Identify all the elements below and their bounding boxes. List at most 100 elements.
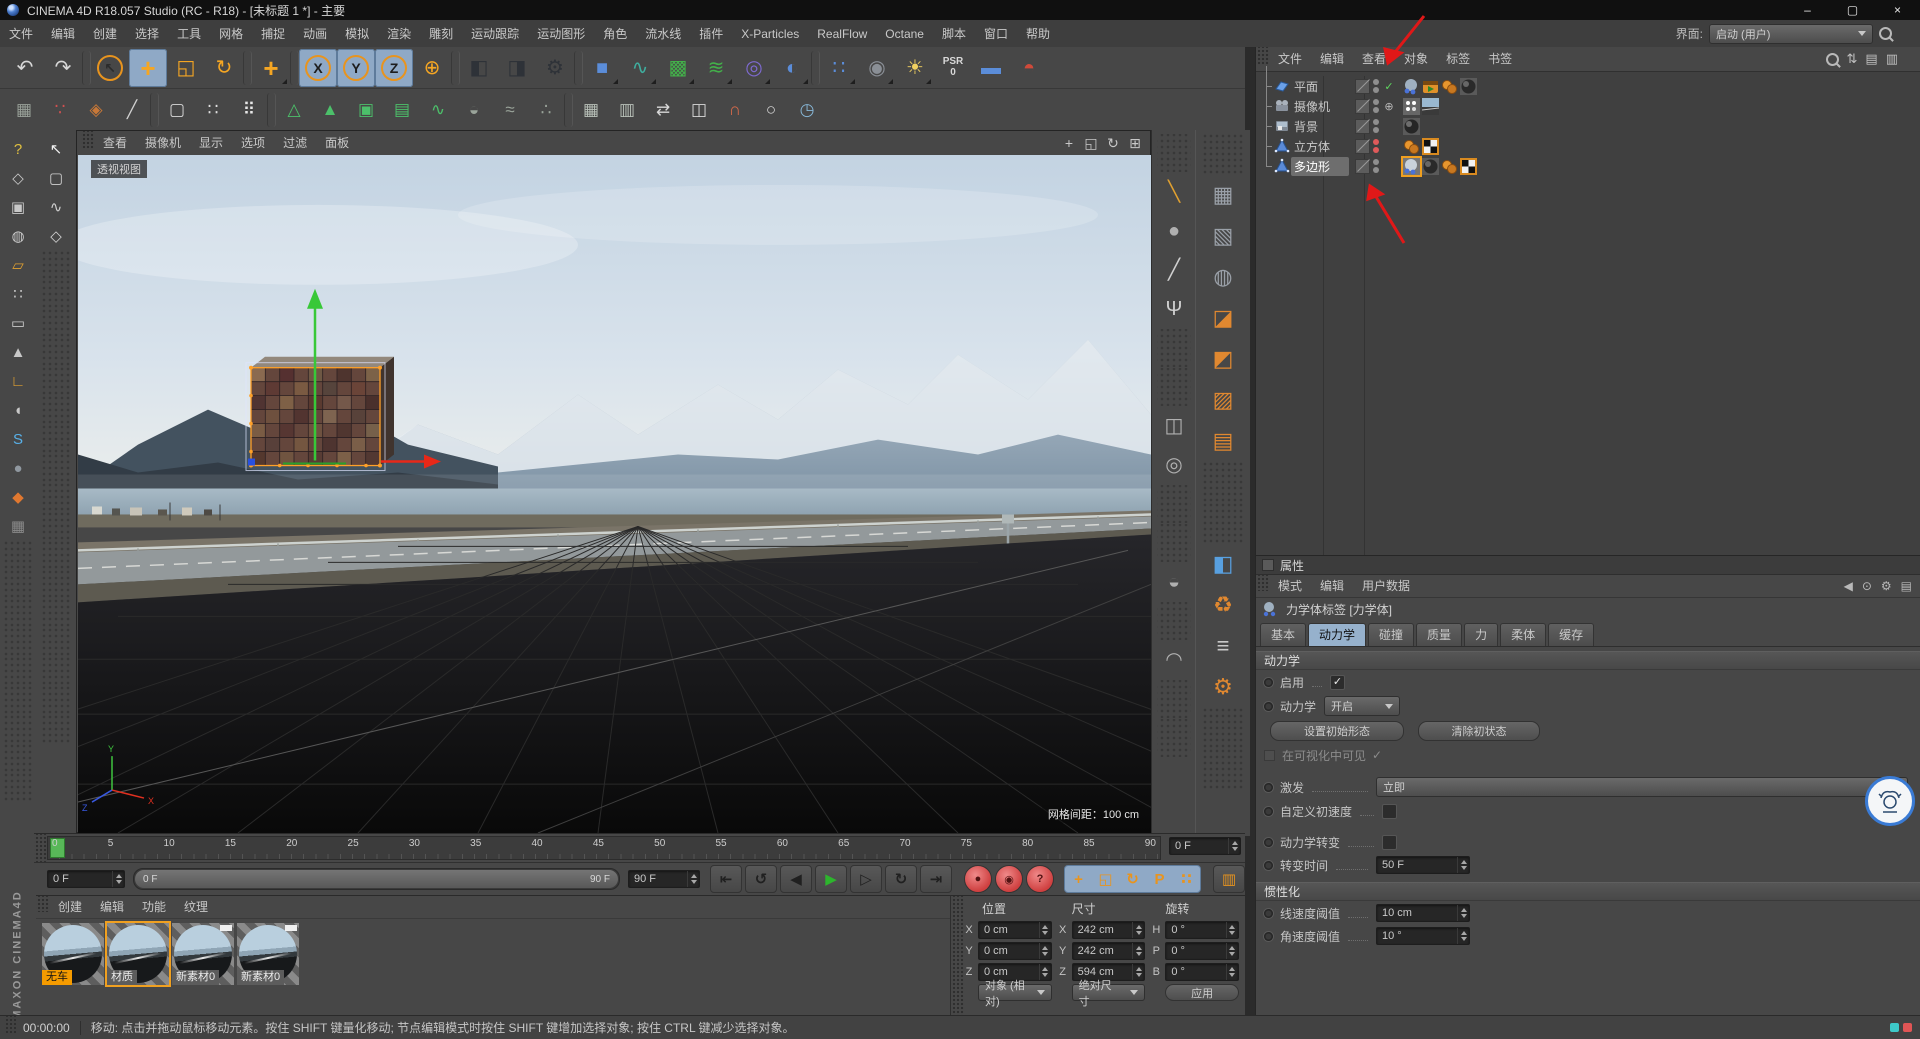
lasso-select-icon[interactable]: ∿ xyxy=(41,193,71,221)
render-visibility-dot[interactable] xyxy=(1373,107,1379,113)
object-row-plane[interactable]: 平面 ✓ xyxy=(1256,76,1920,96)
toolbar-button[interactable] xyxy=(243,51,252,85)
om-panel2-icon[interactable]: ▥ xyxy=(1886,51,1898,67)
palette-button[interactable] xyxy=(3,628,33,656)
edges-mode-icon[interactable]: ▭ xyxy=(3,309,33,337)
palette-button[interactable] xyxy=(41,715,71,743)
palette-button[interactable] xyxy=(1157,524,1191,562)
drag-handle[interactable] xyxy=(34,834,47,862)
timeline-ruler[interactable]: 051015202530354045505560657075808590 0 F xyxy=(34,834,1245,863)
om-menu-item[interactable]: 书签 xyxy=(1479,52,1521,66)
palette-button[interactable] xyxy=(1157,680,1191,718)
menu-item[interactable]: Octane xyxy=(876,27,933,41)
menu-item[interactable]: 工具 xyxy=(168,27,210,41)
point-edit-icon[interactable]: ∵ xyxy=(42,93,78,127)
material-menu-item[interactable]: 纹理 xyxy=(175,900,217,914)
minimize-button[interactable]: – xyxy=(1785,0,1830,20)
size-y-field[interactable]: 242 cm xyxy=(1072,942,1146,960)
coordinate-system-icon[interactable]: ⊕ xyxy=(413,49,451,87)
palette-button[interactable] xyxy=(1201,708,1245,748)
size-mode-dropdown[interactable]: 绝对尺寸 xyxy=(1072,984,1146,1001)
position-y-field[interactable]: 0 cm xyxy=(978,942,1052,960)
rotation-h-field[interactable]: 0 ° xyxy=(1165,921,1239,939)
maximize-button[interactable]: ▢ xyxy=(1830,0,1875,20)
menu-item[interactable]: 网格 xyxy=(210,27,252,41)
comb-icon[interactable]: Ψ xyxy=(1157,290,1191,328)
texture-tag[interactable] xyxy=(1422,158,1439,175)
timer-icon[interactable]: ◷ xyxy=(789,93,825,127)
mograph-icon[interactable]: ∷ xyxy=(820,49,858,87)
spline-pen-icon[interactable]: ∿ xyxy=(621,49,659,87)
help-icon[interactable]: ? xyxy=(3,135,33,163)
record-keyframe-button[interactable]: ● xyxy=(964,865,992,893)
attr-menu-item[interactable]: 编辑 xyxy=(1311,579,1353,593)
add-primitive-icon[interactable]: ■ xyxy=(583,49,621,87)
palette-button[interactable] xyxy=(41,251,71,279)
palette-button[interactable] xyxy=(3,541,33,569)
lock-workplane-icon[interactable]: ▦ xyxy=(3,512,33,540)
drag-handle[interactable] xyxy=(1256,575,1269,591)
transition-time-field[interactable]: 50 F xyxy=(1376,856,1470,874)
object-row-cube[interactable]: 立方体 xyxy=(1256,136,1920,156)
texture-photo-tag[interactable] xyxy=(1422,98,1439,115)
menu-item[interactable]: 模拟 xyxy=(336,27,378,41)
material-item[interactable]: 新素材0 xyxy=(237,923,299,985)
layer-chip[interactable] xyxy=(1355,159,1370,174)
viewport-menu-item[interactable]: 选项 xyxy=(232,136,274,150)
anim-dot[interactable] xyxy=(1264,861,1273,870)
transition-checkbox[interactable] xyxy=(1382,835,1397,850)
set-initial-state-button[interactable]: 设置初始形态 xyxy=(1270,721,1404,741)
toolbar-button[interactable] xyxy=(150,93,159,127)
attr-menu-item[interactable]: 用户数据 xyxy=(1353,579,1419,593)
palette-button[interactable] xyxy=(1157,134,1191,172)
drag-handle[interactable] xyxy=(951,896,964,1015)
layer-chip[interactable] xyxy=(1355,99,1370,114)
fracture-icon[interactable]: ◪ xyxy=(1201,298,1245,338)
palette-button[interactable] xyxy=(1201,749,1245,789)
menu-item[interactable]: 流水线 xyxy=(636,27,690,41)
knife-icon[interactable]: ╱ xyxy=(1157,251,1191,289)
editor-visibility-dot[interactable] xyxy=(1373,99,1379,105)
menu-item[interactable]: 动画 xyxy=(294,27,336,41)
key-pla-button[interactable]: ∷ xyxy=(1173,866,1200,892)
toolbar-button[interactable] xyxy=(574,51,583,85)
paint-bucket-icon[interactable]: ◆ xyxy=(3,483,33,511)
palette-button[interactable] xyxy=(1157,602,1191,640)
timeline-layout-button[interactable]: ▥ xyxy=(1213,865,1245,893)
start-frame-field[interactable]: 0 F xyxy=(47,870,125,888)
key-position-button[interactable]: + xyxy=(1065,866,1092,892)
undo-icon[interactable]: ↶ xyxy=(6,49,44,87)
pan-view-icon[interactable]: + xyxy=(1060,135,1078,152)
anim-dot[interactable] xyxy=(1264,838,1273,847)
teapot-icon[interactable]: ◒ xyxy=(456,93,492,127)
model-mode-icon[interactable]: ▣ xyxy=(3,193,33,221)
rotate-tool-icon[interactable]: ↻ xyxy=(205,49,243,87)
uvw-tag[interactable] xyxy=(1422,138,1439,155)
deformer-icon[interactable]: ◎ xyxy=(735,49,773,87)
material-menu-item[interactable]: 编辑 xyxy=(91,900,133,914)
tab-cache[interactable]: 缓存 xyxy=(1548,623,1594,646)
collider-tag[interactable] xyxy=(1441,78,1458,95)
autokey-button[interactable]: ◉ xyxy=(995,865,1023,893)
viewport-menu-item[interactable]: 过滤 xyxy=(274,136,316,150)
menu-item[interactable]: 运动图形 xyxy=(528,27,594,41)
points-selection-icon[interactable]: ∷ xyxy=(195,93,231,127)
menu-item[interactable]: X-Particles xyxy=(732,27,808,41)
collider-tag[interactable] xyxy=(1441,158,1458,175)
coord-mode-dropdown[interactable]: 对象 (相对) xyxy=(978,984,1052,1001)
toolbar-button[interactable] xyxy=(451,51,460,85)
key-scale-button[interactable]: ◱ xyxy=(1092,866,1119,892)
move-axis-icon[interactable]: ⇄ xyxy=(645,93,681,127)
sculpt-smooth-icon[interactable]: ● xyxy=(1157,212,1191,250)
clone-mesh-icon[interactable]: ▤ xyxy=(384,93,420,127)
palette-button[interactable] xyxy=(3,744,33,772)
points-mode-icon[interactable]: ∷ xyxy=(3,280,33,308)
menu-item[interactable]: 帮助 xyxy=(1017,27,1059,41)
grid-selection-icon[interactable]: ⠿ xyxy=(231,93,267,127)
magnet-icon[interactable]: ∩ xyxy=(717,93,753,127)
sort-list-icon[interactable]: ≡ xyxy=(1201,626,1245,666)
palette-button[interactable] xyxy=(41,628,71,656)
anim-dot[interactable] xyxy=(1264,807,1273,816)
target-icon[interactable]: ⊙ xyxy=(1862,579,1872,593)
last-tool-icon[interactable]: + xyxy=(252,49,290,87)
